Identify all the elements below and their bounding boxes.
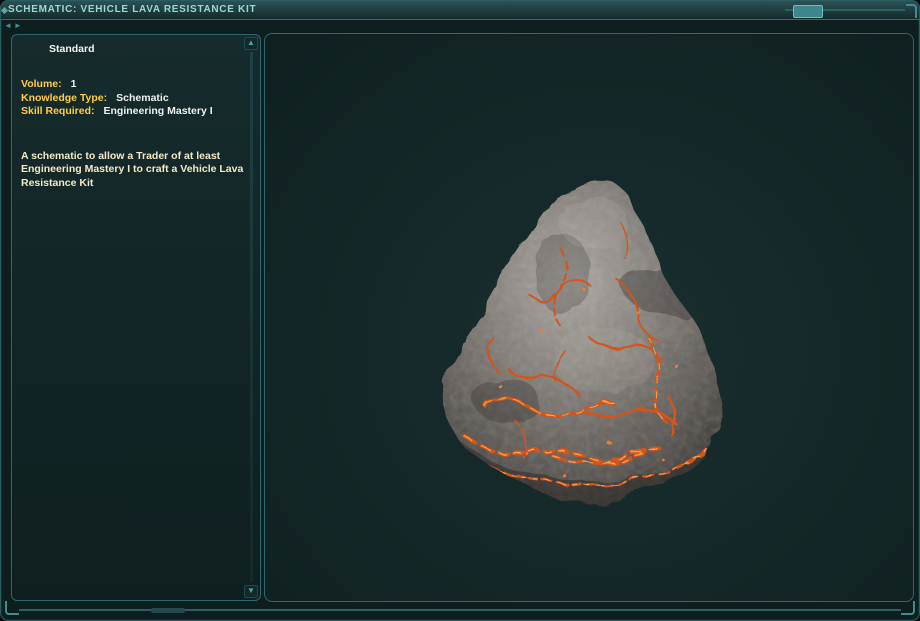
attribute-value: 1 — [70, 78, 77, 90]
item-quality-label: Standard — [49, 43, 95, 55]
item-description: A schematic to allow a Trader of at leas… — [21, 149, 244, 189]
info-panel-content: Standard Volume: 1 Knowledge Type: Schemat… — [21, 43, 243, 190]
attribute-value: Schematic — [116, 91, 169, 104]
window-icon — [1, 6, 9, 15]
scrollbar-track[interactable] — [249, 52, 253, 583]
bottom-left-bracket — [5, 601, 19, 615]
bottom-chrome — [1, 600, 919, 620]
attribute-label: Volume: — [21, 78, 62, 90]
nav-back-icon[interactable]: ◄ — [4, 21, 12, 30]
object-viewport[interactable] — [264, 33, 914, 602]
titlebar-corner-box — [793, 5, 823, 18]
window-title: SCHEMATIC: VEHICLE LAVA RESISTANCE KIT — [8, 4, 257, 15]
attribute-list: Volume: 1 Knowledge Type: Schematic Skill … — [21, 78, 240, 119]
attribute-value: Engineering Mastery I — [103, 105, 213, 117]
scroll-down-icon[interactable]: ▼ — [244, 585, 258, 598]
scroll-up-icon[interactable]: ▲ — [244, 37, 258, 50]
titlebar[interactable]: SCHEMATIC: VEHICLE LAVA RESISTANCE KIT — [1, 1, 919, 20]
titlebar-corner-bracket — [906, 4, 917, 18]
info-scrollbar: ▲ ▼ — [244, 37, 258, 598]
attribute-row-knowledge-type: Knowledge Type: Schematic — [21, 92, 240, 106]
bottom-resize-notch[interactable] — [151, 608, 185, 613]
lava-rock-model — [442, 179, 722, 506]
attribute-label: Skill Required: — [21, 105, 95, 117]
schematic-examine-window: SCHEMATIC: VEHICLE LAVA RESISTANCE KIT ◄… — [0, 0, 920, 621]
attribute-label: Knowledge Type: — [21, 91, 108, 104]
nav-forward-icon[interactable]: ► — [14, 21, 22, 30]
history-nav: ◄ ► — [4, 21, 22, 30]
bottom-right-bracket — [901, 601, 915, 615]
attribute-row-volume: Volume: 1 — [21, 78, 240, 92]
info-panel: Standard Volume: 1 Knowledge Type: Schemat… — [11, 34, 261, 601]
attribute-row-skill-required: Skill Required: Engineering Mastery I — [21, 105, 240, 119]
